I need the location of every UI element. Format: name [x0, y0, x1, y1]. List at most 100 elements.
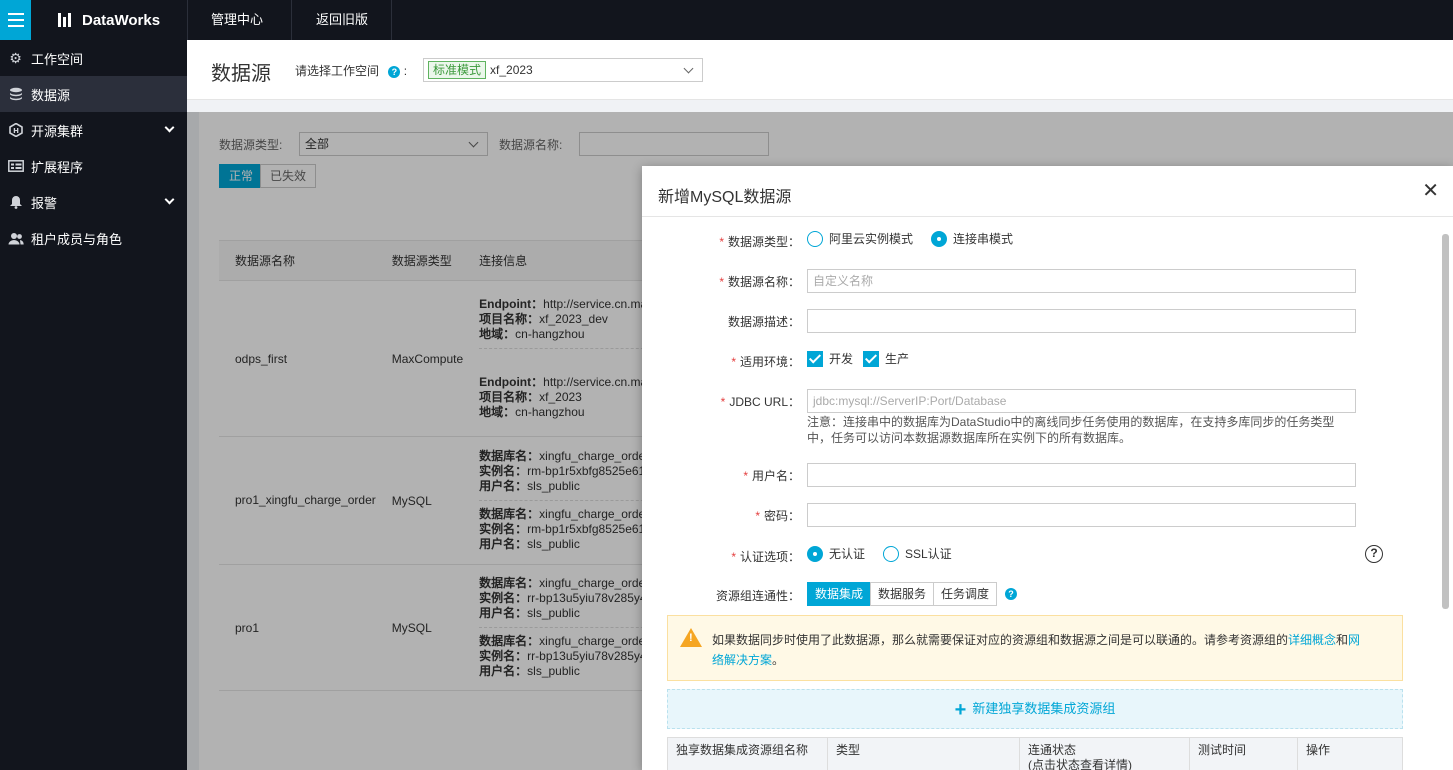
- add-mysql-datasource-dialog: 新增MySQL数据源 ✕ * 数据源类型： 阿里云实例模式 连接串模式 * 数据源名…: [642, 166, 1453, 770]
- sidebar-item-label: 开源集群: [31, 123, 84, 139]
- sidebar-item-opensource-cluster[interactable]: H 开源集群: [0, 112, 187, 148]
- radio-ssl-auth[interactable]: SSL认证: [883, 545, 952, 562]
- field-label: * JDBC URL：: [720, 395, 800, 409]
- radio-checked-icon: [931, 230, 947, 247]
- workspace-select[interactable]: 标准模式 xf_2023: [423, 58, 703, 82]
- datasource-desc-input[interactable]: [807, 309, 1356, 333]
- dialog-title: 新增MySQL数据源: [658, 189, 792, 206]
- radio-icon: [807, 230, 823, 247]
- checkbox-label: 开发: [829, 352, 854, 366]
- checkbox-label: 生产: [885, 352, 910, 366]
- radio-label: 连接串模式: [953, 232, 1014, 246]
- divider: [391, 0, 392, 40]
- radio-no-auth[interactable]: 无认证: [807, 545, 865, 562]
- field-label: * 数据源名称：: [719, 275, 800, 289]
- nav-admin-center[interactable]: 管理中心: [211, 0, 263, 40]
- chevron-down-icon: [683, 63, 694, 74]
- field-label-text: 认证选项：: [739, 550, 800, 564]
- password-input[interactable]: [807, 503, 1356, 527]
- checkbox-checked-icon: [863, 350, 879, 367]
- dialog-header: 新增MySQL数据源 ✕: [642, 166, 1453, 217]
- field-label-text: 数据源类型：: [727, 235, 800, 249]
- hamburger-menu-icon[interactable]: [0, 0, 31, 40]
- tab-data-service[interactable]: 数据服务: [870, 582, 935, 606]
- page-header: 数据源 请选择工作空间 ? : 标准模式 xf_2023: [187, 40, 1453, 100]
- col-header-rg-actions: 操作: [1306, 743, 1331, 757]
- help-circle-icon[interactable]: ?: [1365, 545, 1383, 563]
- app-logo[interactable]: DataWorks: [58, 0, 160, 40]
- jdbc-url-input[interactable]: jdbc:mysql://ServerIP:Port/Database: [807, 389, 1356, 413]
- new-resource-group-label: 新建独享数据集成资源组: [972, 701, 1116, 716]
- database-icon: [0, 87, 31, 101]
- workspace-label: 请选择工作空间 ? :: [295, 62, 407, 79]
- divider: [291, 0, 292, 40]
- workspace-label-colon: :: [403, 64, 408, 78]
- field-label: 资源组连通性：: [715, 589, 800, 603]
- app-name: DataWorks: [82, 11, 161, 29]
- sidebar-item-extensions[interactable]: 扩展程序: [0, 148, 187, 184]
- col-header-rg-name: 独享数据集成资源组名称: [668, 738, 828, 770]
- radio-label: 阿里云实例模式: [829, 232, 914, 246]
- sidebar-item-alarm[interactable]: 报警: [0, 184, 187, 220]
- scrollbar[interactable]: [1442, 234, 1449, 609]
- workspace-label-text: 请选择工作空间: [295, 64, 380, 78]
- sidebar-item-label: 工作空间: [31, 51, 84, 67]
- warning-text-end: 。: [772, 653, 785, 667]
- resource-group-table-header: 独享数据集成资源组名称 类型 连通状态 (点击状态查看详情) 测试时间 操作: [667, 737, 1403, 770]
- sidebar-item-datasource[interactable]: 数据源: [0, 76, 187, 112]
- radio-instance-mode[interactable]: 阿里云实例模式: [807, 230, 913, 247]
- page-title: 数据源: [211, 63, 271, 85]
- top-bar: DataWorks 管理中心 返回旧版: [0, 0, 1453, 40]
- new-resource-group-button[interactable]: + 新建独享数据集成资源组: [667, 689, 1403, 729]
- warning-text: 如果数据同步时使用了此数据源，那么就需要保证对应的资源组和数据源之间是可以联通的…: [712, 630, 1372, 670]
- radio-icon: [883, 545, 899, 562]
- col-header-rg-test-time: 测试时间: [1190, 738, 1298, 770]
- chevron-down-icon[interactable]: [164, 122, 175, 133]
- sidebar-item-tenant-members[interactable]: 租户成员与角色: [0, 220, 187, 256]
- username-input[interactable]: [807, 463, 1356, 487]
- radio-label: SSL认证: [905, 547, 952, 561]
- bell-icon: [0, 195, 31, 209]
- sidebar: ⚙ 工作空间 数据源 H 开源集群 扩展程序 报警 租户成员与角色: [0, 40, 187, 770]
- hadoop-icon: H: [0, 123, 31, 137]
- radio-label: 无认证: [829, 547, 866, 561]
- field-label-text: JDBC URL：: [729, 395, 800, 409]
- radio-checked-icon: [807, 545, 823, 562]
- field-label-text: 适用环境：: [739, 355, 800, 369]
- divider: [187, 0, 188, 40]
- warning-icon: !: [680, 628, 702, 647]
- radio-connection-string-mode[interactable]: 连接串模式: [931, 230, 1013, 247]
- sidebar-item-label: 数据源: [31, 87, 71, 103]
- field-label: * 用户名：: [743, 469, 800, 483]
- svg-text:H: H: [13, 127, 19, 135]
- help-icon[interactable]: ?: [388, 65, 401, 78]
- checkbox-prod[interactable]: 生产: [863, 350, 909, 367]
- checkbox-dev[interactable]: 开发: [807, 350, 853, 367]
- tab-data-integration[interactable]: 数据集成: [807, 582, 872, 606]
- warning-text-and: 和: [1336, 633, 1349, 647]
- extension-icon: [0, 160, 31, 172]
- chevron-down-icon[interactable]: [164, 194, 175, 205]
- warning-banner: ! 如果数据同步时使用了此数据源，那么就需要保证对应的资源组和数据源之间是可以联…: [667, 615, 1403, 681]
- field-label: * 数据源类型：: [719, 235, 800, 249]
- datasource-name-input[interactable]: 自定义名称: [807, 269, 1356, 293]
- sidebar-item-label: 租户成员与角色: [31, 231, 123, 247]
- plus-icon: +: [954, 698, 967, 721]
- col-header-rg-status: 连通状态 (点击状态查看详情): [1020, 738, 1190, 770]
- help-icon[interactable]: ?: [1005, 588, 1018, 600]
- checkbox-checked-icon: [807, 350, 823, 367]
- col-header-rg-type: 类型: [828, 738, 1020, 770]
- field-label-text: 数据源名称：: [727, 275, 800, 289]
- workspace-mode-tag: 标准模式: [428, 61, 487, 79]
- close-icon[interactable]: ✕: [1422, 178, 1439, 203]
- tab-task-scheduling[interactable]: 任务调度: [933, 582, 998, 606]
- field-label: 数据源描述：: [727, 315, 800, 329]
- nav-back-old-version[interactable]: 返回旧版: [316, 0, 368, 40]
- connectivity-tabs: 数据集成 数据服务 任务调度 ?: [807, 582, 1018, 606]
- link-detailed-concept[interactable]: 详细概念: [1288, 633, 1336, 647]
- jdbc-note: 注意：连接串中的数据库为DataStudio中的离线同步任务使用的数据库，在支持…: [807, 415, 1335, 445]
- sidebar-item-label: 扩展程序: [31, 159, 84, 175]
- sidebar-item-workspace[interactable]: ⚙ 工作空间: [0, 40, 187, 76]
- users-icon: [0, 232, 31, 245]
- field-label: * 认证选项：: [731, 550, 800, 564]
